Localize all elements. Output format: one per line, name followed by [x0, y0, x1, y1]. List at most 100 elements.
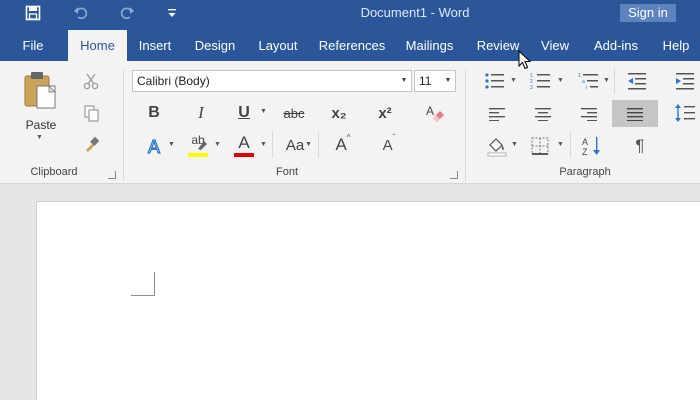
align-right-button[interactable] [576, 103, 602, 125]
text-effects-icon: A [147, 136, 160, 157]
paragraph-group-label: Paragraph [559, 166, 611, 178]
paste-icon [24, 72, 56, 109]
align-center-button[interactable] [530, 103, 556, 125]
increase-indent-button[interactable] [672, 70, 698, 92]
tab-file[interactable]: File [12, 30, 54, 61]
grow-font-glyph: A [335, 135, 347, 154]
bullets-dropdown-icon[interactable]: ▼ [510, 77, 517, 84]
scissors-icon [83, 73, 99, 90]
tab-references[interactable]: References [315, 30, 389, 61]
text-effects-dropdown-icon[interactable]: ▼ [168, 141, 175, 148]
chevron-down-icon[interactable]: ▼ [397, 71, 411, 91]
highlighter-icon [198, 141, 207, 150]
mouse-pointer-icon [518, 50, 532, 70]
paint-bucket-icon [487, 138, 507, 157]
highlight-button[interactable]: ab [186, 133, 210, 159]
undo-button[interactable] [66, 0, 96, 26]
borders-button[interactable] [528, 134, 552, 158]
svg-text:Z: Z [582, 147, 588, 157]
highlight-dropdown-icon[interactable]: ▼ [214, 141, 221, 148]
page-corner-mark [154, 272, 155, 295]
svg-text:3: 3 [530, 85, 533, 90]
svg-text:1: 1 [578, 73, 581, 79]
group-separator [570, 132, 571, 158]
align-left-button[interactable] [484, 103, 510, 125]
page-corner-mark [131, 295, 155, 296]
chevron-down-icon[interactable]: ▼ [441, 71, 455, 91]
align-right-icon [581, 108, 597, 121]
font-name-combo[interactable]: Calibri (Body) ▼ [132, 70, 412, 92]
superscript-button[interactable]: x² [374, 102, 396, 124]
sort-button[interactable]: A Z [580, 134, 604, 158]
multilevel-list-button[interactable]: 1 a i [576, 70, 602, 92]
borders-icon [531, 137, 549, 155]
line-spacing-button[interactable] [672, 101, 698, 125]
eraser-icon: A [426, 104, 444, 122]
redo-button[interactable] [112, 0, 142, 26]
font-color-button[interactable]: A [232, 133, 256, 159]
shrink-font-button[interactable]: Aˇ [378, 133, 400, 156]
window-title: Document1 - Word [360, 5, 470, 20]
sign-in-button[interactable]: Sign in [620, 4, 676, 22]
svg-text:A: A [148, 137, 160, 157]
tab-home[interactable]: Home [68, 30, 127, 61]
paste-button[interactable] [20, 68, 62, 122]
document-page[interactable] [36, 201, 700, 400]
format-painter-button[interactable] [80, 134, 102, 156]
strikethrough-button[interactable]: abc [280, 102, 308, 124]
tab-review[interactable]: Review [471, 30, 525, 61]
underline-button[interactable]: U [232, 102, 256, 124]
clear-formatting-button[interactable]: A [422, 100, 448, 126]
redo-icon [120, 7, 134, 20]
tab-mailings[interactable]: Mailings [398, 30, 461, 61]
svg-text:a: a [582, 79, 585, 85]
multilevel-dropdown-icon[interactable]: ▼ [603, 77, 610, 84]
tab-design[interactable]: Design [189, 30, 241, 61]
paste-label: Paste [25, 118, 57, 132]
cut-button[interactable] [80, 70, 102, 92]
shading-dropdown-icon[interactable]: ▼ [511, 141, 518, 148]
clipboard-group-label: Clipboard [30, 166, 78, 178]
text-effects-button[interactable]: A [144, 134, 168, 158]
underline-dropdown-icon[interactable]: ▼ [260, 108, 267, 115]
tab-add-ins[interactable]: Add-ins [587, 30, 645, 61]
tab-view[interactable]: View [535, 30, 575, 61]
font-dialog-launcher-icon[interactable] [450, 171, 458, 179]
font-color-dropdown-icon[interactable]: ▼ [260, 141, 267, 148]
decrease-indent-button[interactable] [624, 70, 650, 92]
font-color-swatch [234, 153, 254, 157]
bullet-list-icon [485, 73, 504, 89]
highlight-color-swatch [188, 153, 208, 157]
copy-button[interactable] [80, 102, 102, 124]
font-color-glyph: A [238, 133, 250, 152]
align-left-icon [489, 108, 505, 121]
italic-button[interactable]: I [189, 102, 213, 124]
copy-icon [84, 105, 99, 122]
font-size-value: 11 [419, 74, 432, 88]
justify-button[interactable] [612, 100, 658, 127]
tab-help[interactable]: Help [657, 30, 695, 61]
numbering-button[interactable]: 1 2 3 [528, 70, 554, 92]
grow-font-button[interactable]: A ^ [332, 133, 354, 156]
bullets-button[interactable] [482, 70, 508, 92]
bold-button[interactable]: B [142, 102, 166, 124]
undo-icon [74, 7, 88, 20]
font-size-combo[interactable]: 11 ▼ [414, 70, 456, 92]
show-formatting-marks-button[interactable]: ¶ [628, 134, 652, 158]
borders-dropdown-icon[interactable]: ▼ [557, 141, 564, 148]
align-center-icon [535, 108, 551, 121]
font-group-label: Font [275, 166, 298, 178]
change-case-dropdown-icon[interactable]: ▼ [305, 141, 312, 148]
tab-layout[interactable]: Layout [251, 30, 305, 61]
subscript-button[interactable]: x₂ [328, 102, 350, 124]
numbering-dropdown-icon[interactable]: ▼ [557, 77, 564, 84]
clipboard-dialog-launcher-icon[interactable] [108, 171, 116, 179]
customize-qat-button[interactable] [158, 0, 186, 26]
group-separator [465, 69, 466, 181]
group-separator [123, 69, 124, 181]
paste-dropdown-icon[interactable]: ▼ [36, 134, 43, 141]
tab-insert[interactable]: Insert [131, 30, 179, 61]
group-separator [614, 68, 615, 94]
shading-button[interactable] [484, 134, 510, 158]
save-button[interactable] [18, 0, 48, 26]
